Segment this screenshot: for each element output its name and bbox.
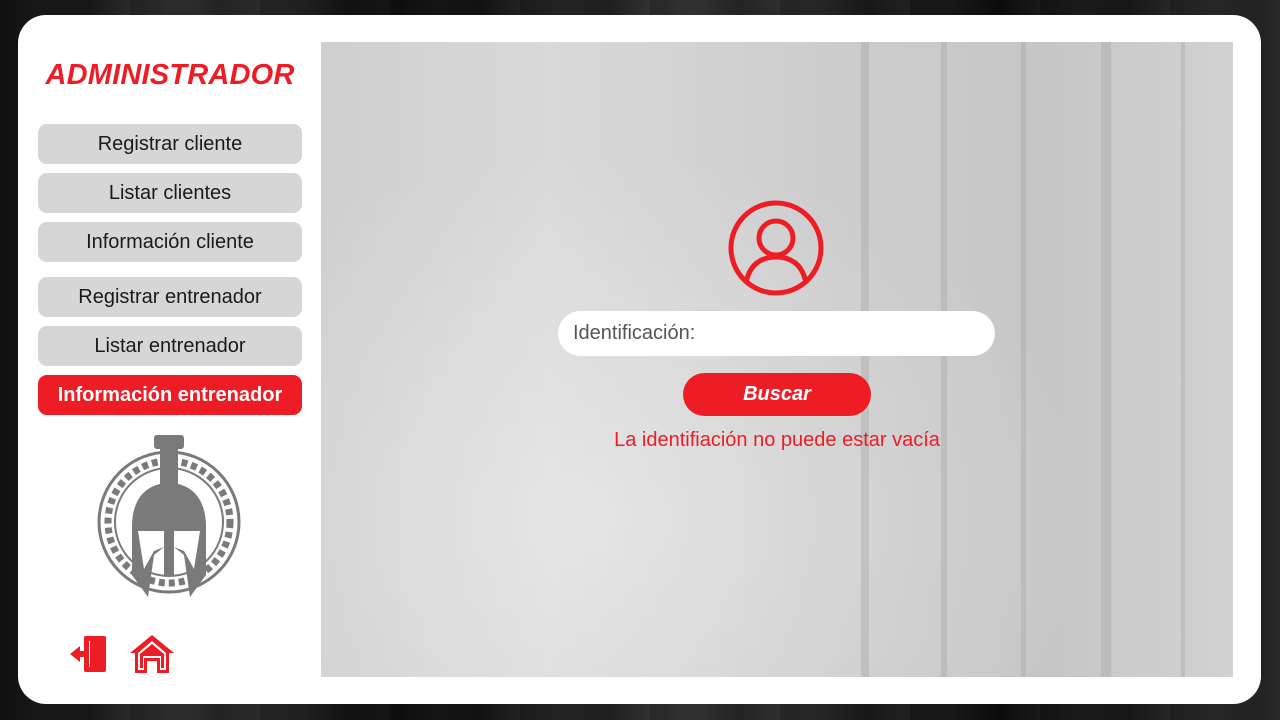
identificacion-input[interactable] — [558, 311, 995, 356]
app-card: ADMINISTRADOR Registrar cliente Listar c… — [18, 15, 1261, 704]
bg-decor — [1021, 42, 1026, 677]
bg-decor — [1101, 42, 1111, 677]
logout-door-icon[interactable] — [66, 632, 114, 676]
spartan-helmet-logo — [97, 435, 241, 597]
bg-decor — [941, 42, 947, 677]
menu-registrar-cliente[interactable]: Registrar cliente — [38, 124, 302, 164]
bottom-icon-bar — [66, 632, 176, 676]
menu-registrar-entrenador[interactable]: Registrar entrenador — [38, 277, 302, 317]
sidebar-title: ADMINISTRADOR — [45, 59, 295, 91]
menu-listar-entrenador[interactable]: Listar entrenador — [38, 326, 302, 366]
user-circle-icon — [728, 200, 824, 296]
home-icon[interactable] — [128, 632, 176, 676]
error-message: La identifiación no puede estar vacía — [614, 429, 940, 451]
search-button[interactable]: Buscar — [683, 373, 871, 416]
main-panel: Buscar La identifiación no puede estar v… — [321, 42, 1233, 677]
sidebar: ADMINISTRADOR Registrar cliente Listar c… — [38, 15, 302, 704]
bg-decor — [861, 42, 869, 677]
menu-informacion-entrenador[interactable]: Información entrenador — [38, 375, 302, 415]
menu-informacion-cliente[interactable]: Información cliente — [38, 222, 302, 262]
bg-decor — [1181, 42, 1185, 677]
menu-listar-clientes[interactable]: Listar clientes — [38, 173, 302, 213]
